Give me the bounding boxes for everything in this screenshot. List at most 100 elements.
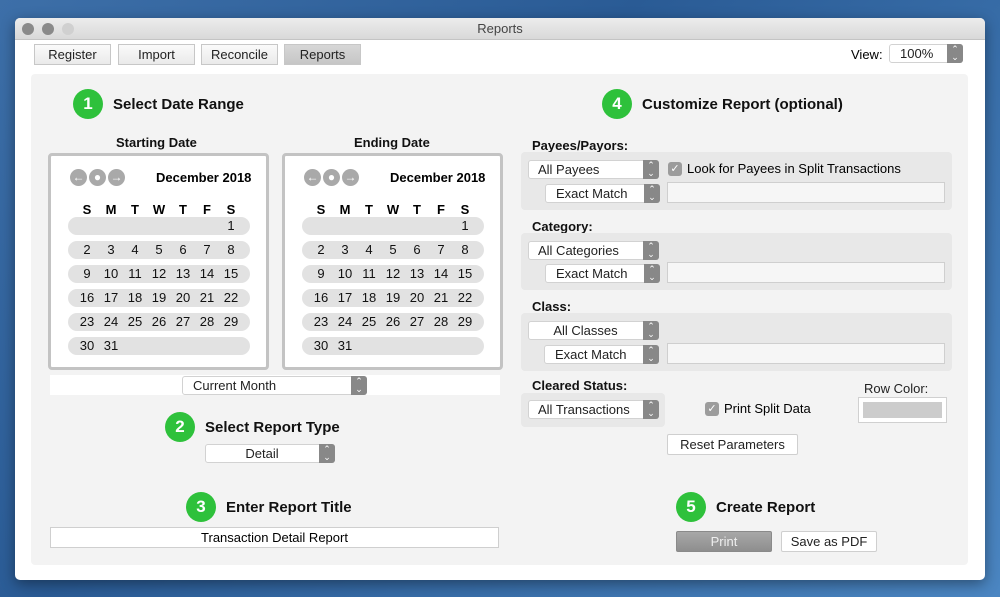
start-day[interactable]: 6	[172, 241, 194, 259]
today-icon[interactable]: ●	[323, 169, 340, 186]
start-day[interactable]: 14	[196, 265, 218, 283]
minimize-window-button[interactable]	[42, 23, 54, 35]
end-day[interactable]: 10	[334, 265, 356, 283]
end-day[interactable]: 19	[382, 289, 404, 307]
print-button[interactable]: Print	[676, 531, 772, 552]
report-type-value: Detail	[245, 446, 278, 461]
start-day[interactable]: 5	[148, 241, 170, 259]
starting-date-calendar[interactable]: ←●→December 2018SMTWTFS12345678910111213…	[48, 153, 269, 370]
start-day[interactable]: 13	[172, 265, 194, 283]
end-day[interactable]: 8	[454, 241, 476, 259]
end-day[interactable]: 2	[310, 241, 332, 259]
class-select[interactable]: All Classes⌃⌄	[528, 321, 659, 340]
payees-text-field[interactable]	[667, 182, 945, 203]
split-transactions-checkbox[interactable]: ✓	[668, 162, 682, 176]
end-day[interactable]: 12	[382, 265, 404, 283]
end-day[interactable]: 11	[358, 265, 380, 283]
cleared-status-value: All Transactions	[538, 402, 630, 417]
start-day[interactable]: 2	[76, 241, 98, 259]
end-day[interactable]: 27	[406, 313, 428, 331]
start-day[interactable]: 26	[148, 313, 170, 331]
start-day[interactable]: 25	[124, 313, 146, 331]
tab-register[interactable]: Register	[34, 44, 111, 65]
start-day[interactable]: 20	[172, 289, 194, 307]
start-day[interactable]: 28	[196, 313, 218, 331]
end-day[interactable]: 5	[382, 241, 404, 259]
start-day[interactable]: 11	[124, 265, 146, 283]
start-day[interactable]: 17	[100, 289, 122, 307]
start-day[interactable]: 7	[196, 241, 218, 259]
end-day[interactable]: 14	[430, 265, 452, 283]
cleared-status-select[interactable]: All Transactions⌃⌄	[528, 400, 659, 419]
end-day[interactable]: 3	[334, 241, 356, 259]
next-month-icon[interactable]: →	[342, 169, 359, 186]
weekday-header: W	[383, 202, 403, 217]
report-type-select[interactable]: Detail⌃⌄	[205, 444, 335, 463]
start-day[interactable]: 15	[220, 265, 242, 283]
tab-reports[interactable]: Reports	[284, 44, 361, 65]
start-day[interactable]: 12	[148, 265, 170, 283]
end-day[interactable]: 21	[430, 289, 452, 307]
tab-import[interactable]: Import	[118, 44, 195, 65]
category-text-field[interactable]	[667, 262, 945, 283]
report-title-input[interactable]: Transaction Detail Report	[50, 527, 499, 548]
end-day[interactable]: 31	[334, 337, 356, 355]
category-select[interactable]: All Categories⌃⌄	[528, 241, 659, 260]
start-day[interactable]: 16	[76, 289, 98, 307]
end-day[interactable]: 17	[334, 289, 356, 307]
today-icon[interactable]: ●	[89, 169, 106, 186]
end-day[interactable]: 7	[430, 241, 452, 259]
zoom-select[interactable]: 100%⌃⌄	[889, 44, 963, 63]
end-day[interactable]: 20	[406, 289, 428, 307]
print-split-checkbox[interactable]: ✓	[705, 402, 719, 416]
start-day[interactable]: 9	[76, 265, 98, 283]
start-day[interactable]: 19	[148, 289, 170, 307]
end-day[interactable]: 23	[310, 313, 332, 331]
ending-date-calendar[interactable]: ←●→December 2018SMTWTFS12345678910111213…	[282, 153, 503, 370]
close-window-button[interactable]	[22, 23, 34, 35]
category-match-select[interactable]: Exact Match⌃⌄	[545, 264, 660, 283]
end-day[interactable]: 25	[358, 313, 380, 331]
end-day[interactable]: 28	[430, 313, 452, 331]
start-day[interactable]: 31	[100, 337, 122, 355]
date-range-select[interactable]: Current Month⌃⌄	[182, 376, 367, 395]
start-day[interactable]: 18	[124, 289, 146, 307]
start-day[interactable]: 4	[124, 241, 146, 259]
tab-reconcile[interactable]: Reconcile	[201, 44, 278, 65]
end-day[interactable]: 13	[406, 265, 428, 283]
start-day[interactable]: 23	[76, 313, 98, 331]
end-day[interactable]: 1	[454, 217, 476, 235]
end-day[interactable]: 22	[454, 289, 476, 307]
row-color-well[interactable]	[858, 397, 947, 423]
end-day[interactable]: 6	[406, 241, 428, 259]
end-day[interactable]: 26	[382, 313, 404, 331]
start-day[interactable]: 29	[220, 313, 242, 331]
start-day[interactable]: 3	[100, 241, 122, 259]
previous-month-icon[interactable]: ←	[70, 169, 87, 186]
start-day[interactable]: 21	[196, 289, 218, 307]
class-text-field[interactable]	[667, 343, 945, 364]
start-day[interactable]: 30	[76, 337, 98, 355]
start-day[interactable]: 1	[220, 217, 242, 235]
start-day[interactable]: 22	[220, 289, 242, 307]
end-day[interactable]: 24	[334, 313, 356, 331]
end-day[interactable]: 18	[358, 289, 380, 307]
end-day[interactable]: 9	[310, 265, 332, 283]
start-day[interactable]: 27	[172, 313, 194, 331]
save-as-pdf-button[interactable]: Save as PDF	[781, 531, 877, 552]
end-day[interactable]: 30	[310, 337, 332, 355]
end-day[interactable]: 4	[358, 241, 380, 259]
reset-parameters-button[interactable]: Reset Parameters	[667, 434, 798, 455]
class-match-select[interactable]: Exact Match⌃⌄	[544, 345, 659, 364]
end-day[interactable]: 15	[454, 265, 476, 283]
zoom-window-button[interactable]	[62, 23, 74, 35]
payees-match-select[interactable]: Exact Match⌃⌄	[545, 184, 660, 203]
end-day[interactable]: 16	[310, 289, 332, 307]
start-day[interactable]: 10	[100, 265, 122, 283]
start-day[interactable]: 24	[100, 313, 122, 331]
next-month-icon[interactable]: →	[108, 169, 125, 186]
start-day[interactable]: 8	[220, 241, 242, 259]
payees-select[interactable]: All Payees⌃⌄	[528, 160, 659, 179]
previous-month-icon[interactable]: ←	[304, 169, 321, 186]
end-day[interactable]: 29	[454, 313, 476, 331]
